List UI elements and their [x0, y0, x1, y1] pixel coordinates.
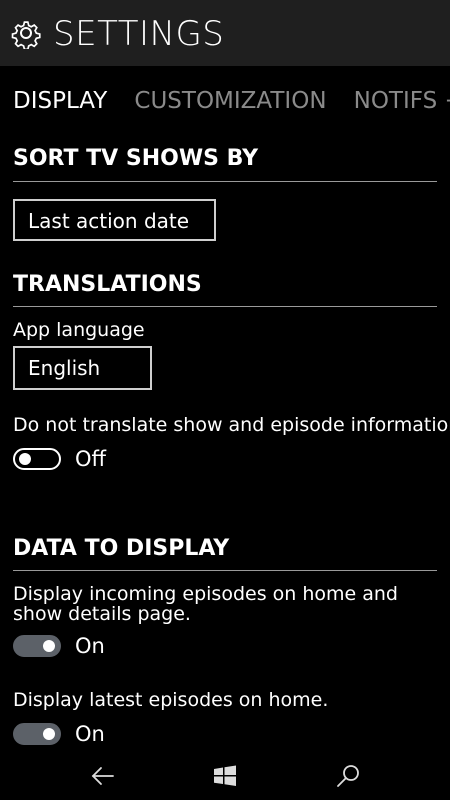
windows-icon[interactable] [209, 760, 241, 792]
tab-customization[interactable]: CUSTOMIZATION [134, 86, 326, 116]
tab-display[interactable]: DISPLAY [13, 86, 107, 116]
sort-select-value: Last action date [28, 209, 190, 233]
back-arrow-icon[interactable] [87, 760, 119, 792]
sort-select[interactable]: Last action date [13, 199, 216, 241]
tab-bar: DISPLAY CUSTOMIZATION NOTIFS + TILE [13, 86, 450, 120]
no-translate-label: Do not translate show and episode inform… [13, 414, 450, 436]
page-title: SETTINGS [53, 14, 225, 54]
section-title-data: DATA TO DISPLAY [13, 536, 230, 561]
tab-notifs-tile[interactable]: NOTIFS + TILE [354, 86, 450, 116]
divider [13, 181, 437, 182]
incoming-episodes-toggle[interactable] [13, 635, 61, 657]
toggle-knob [19, 453, 31, 465]
incoming-episodes-label: Display incoming episodes on home and sh… [13, 583, 398, 625]
gear-icon [11, 21, 41, 49]
divider [13, 306, 437, 307]
toggle-knob [43, 640, 55, 652]
system-navbar [0, 752, 450, 800]
app-language-value: English [28, 356, 101, 380]
no-translate-state: Off [75, 447, 106, 471]
app-language-select[interactable]: English [13, 346, 152, 390]
divider [13, 570, 437, 571]
app-language-label: App language [13, 319, 145, 341]
section-title-sort: SORT TV SHOWS BY [13, 146, 259, 171]
latest-episodes-label: Display latest episodes on home. [13, 689, 329, 711]
app-header: SETTINGS [0, 0, 450, 66]
latest-episodes-state: On [75, 722, 105, 746]
search-icon[interactable] [332, 760, 364, 792]
latest-episodes-toggle[interactable] [13, 723, 61, 745]
no-translate-toggle[interactable] [13, 448, 61, 470]
toggle-knob [43, 728, 55, 740]
incoming-episodes-state: On [75, 634, 105, 658]
section-title-translations: TRANSLATIONS [13, 272, 202, 297]
